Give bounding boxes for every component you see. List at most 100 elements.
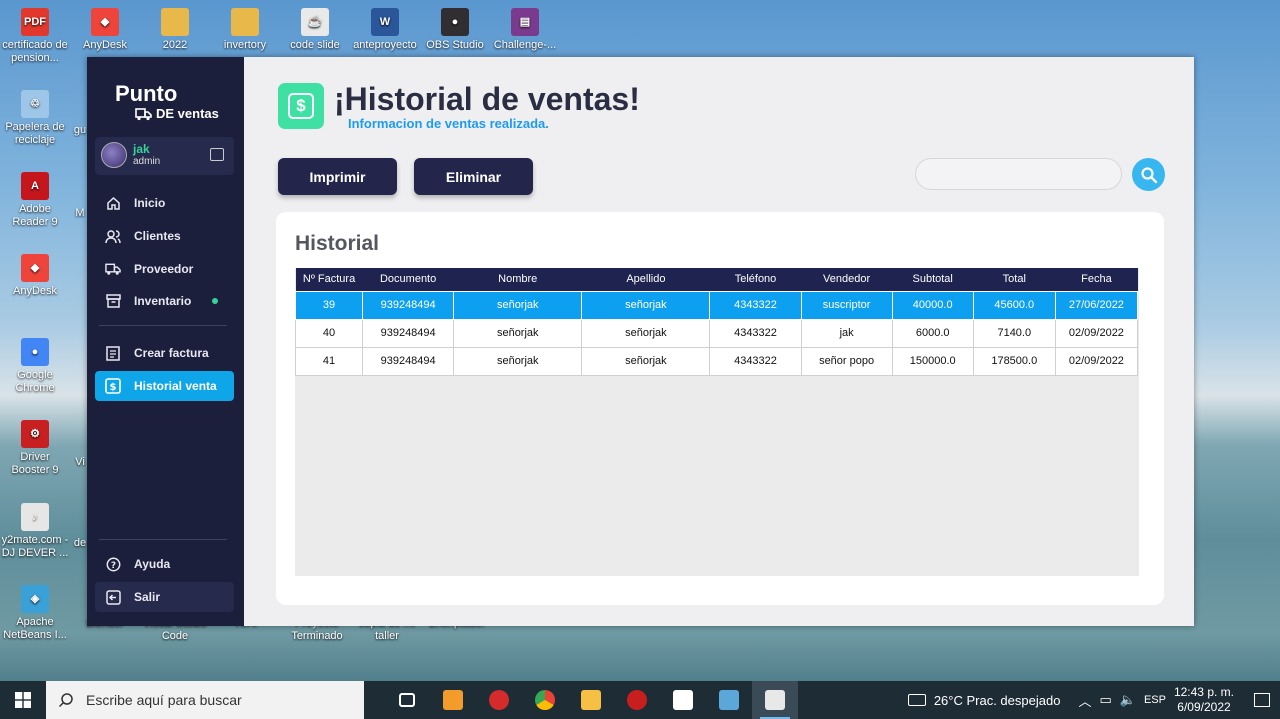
table-cell[interactable]: señorjak (453, 290, 583, 320)
taskbar-netbeans[interactable] (706, 681, 752, 719)
task-view-button[interactable] (384, 681, 430, 719)
desktop-icon[interactable]: ◈ Apache NetBeans I... (0, 585, 70, 642)
table-cell[interactable]: 27/06/2022 (1054, 290, 1139, 320)
sidebar-item-salir[interactable]: Salir (95, 582, 234, 612)
table-cell[interactable]: 40000.0 (891, 290, 974, 320)
taskbar-media-player[interactable] (430, 681, 476, 719)
table-cell[interactable]: 4343322 (709, 290, 802, 320)
column-header[interactable]: Fecha (1055, 268, 1138, 291)
desktop-icon[interactable]: 2022 (140, 8, 210, 52)
clock[interactable]: 12:43 p. m. 6/09/2022 (1174, 685, 1234, 715)
desktop-icon[interactable]: ◆ AnyDesk (0, 254, 70, 298)
taskbar-driver-booster[interactable] (614, 681, 660, 719)
desktop-icon[interactable]: ● OBS Studio (420, 8, 490, 52)
delete-button[interactable]: Eliminar (414, 158, 533, 195)
desktop-icon[interactable]: ☕ code slide (280, 8, 350, 52)
desktop-icon-label-partial[interactable]: M (72, 207, 88, 220)
table-cell[interactable]: 40 (294, 318, 364, 348)
table-cell[interactable]: suscriptor (800, 290, 893, 320)
table-cell[interactable]: 39 (294, 290, 364, 320)
desktop-icon[interactable]: Wanteproyecto (350, 8, 420, 52)
table-cell[interactable]: señorjak (453, 318, 583, 348)
desktop-icon-label-partial[interactable]: de (72, 537, 88, 550)
desktop-icon[interactable]: ◆ AnyDesk (70, 8, 140, 52)
desktop-icon[interactable]: ⚙ Driver Booster 9 (0, 420, 70, 477)
desktop-icon[interactable]: ▤ Challenge-... (490, 8, 560, 52)
column-header[interactable]: Apellido (581, 268, 710, 291)
table-cell[interactable]: señor popo (800, 346, 893, 376)
desktop-icon-label: y2mate.com - DJ DEVER ... (1, 534, 69, 559)
column-header[interactable]: Subtotal (892, 268, 974, 291)
language-indicator[interactable]: ESP (1144, 694, 1166, 706)
user-role: admin (133, 156, 161, 167)
table-row[interactable]: 41 939248494 señorjak señorjak 4343322 señor … (294, 346, 1139, 376)
table-row[interactable]: 39 939248494 señorjak señorjak 4343322 suscri… (294, 290, 1139, 320)
table-cell[interactable]: 02/09/2022 (1054, 318, 1139, 348)
chevron-up-icon[interactable]: ︿ (1078, 691, 1091, 710)
start-button[interactable] (0, 681, 46, 719)
column-header[interactable]: Documento (362, 268, 454, 291)
desktop-icon-label-partial[interactable]: gu (72, 124, 88, 137)
sidebar-item-inicio[interactable]: Inicio (95, 189, 234, 217)
desktop-icon-label: AnyDesk (82, 39, 128, 51)
network-icon[interactable]: ▭ (1099, 692, 1111, 708)
volume-icon[interactable]: 🔈 (1120, 692, 1136, 708)
table-cell[interactable]: 150000.0 (891, 346, 974, 376)
table-cell[interactable]: 4343322 (709, 318, 802, 348)
table-cell[interactable]: 4343322 (709, 346, 802, 376)
table-cell[interactable]: 7140.0 (972, 318, 1056, 348)
column-header[interactable]: Vendedor (801, 268, 893, 291)
brand-subtitle-text: DE ventas (156, 106, 219, 121)
table-cell[interactable]: señorjak (581, 318, 711, 348)
desktop-app-icon: ● (21, 338, 49, 366)
table-row[interactable]: 40 939248494 señorjak señorjak 4343322 jak 600… (294, 318, 1139, 348)
notification-icon[interactable] (1254, 693, 1270, 707)
table-cell[interactable]: 939248494 (362, 290, 455, 320)
table-cell[interactable]: 02/09/2022 (1054, 346, 1139, 376)
table-cell[interactable]: señorjak (581, 346, 711, 376)
table-cell[interactable]: 6000.0 (891, 318, 974, 348)
taskbar-apps (384, 681, 798, 719)
taskbar-chrome[interactable] (522, 681, 568, 719)
desktop-icon[interactable]: ● Google Chrome (0, 338, 70, 395)
sidebar-item-historial-venta[interactable]: $ Historial venta (95, 371, 234, 401)
taskbar-java[interactable] (752, 681, 798, 719)
taskbar-app-red[interactable] (476, 681, 522, 719)
taskbar-twitch[interactable] (660, 681, 706, 719)
table-cell[interactable]: jak (800, 318, 893, 348)
desktop-icon[interactable]: A Adobe Reader 9 (0, 172, 70, 229)
taskbar-search[interactable]: Escribe aquí para buscar (46, 681, 364, 719)
weather-text[interactable]: 26°C Prac. despejado (934, 693, 1061, 708)
status-dot (212, 298, 218, 304)
search-input[interactable] (915, 158, 1122, 190)
table-cell[interactable]: 939248494 (362, 318, 455, 348)
column-header[interactable]: Nº Factura (295, 268, 363, 291)
table-cell[interactable]: 939248494 (362, 346, 455, 376)
desktop-icon[interactable]: ♪ y2mate.com - DJ DEVER ... (0, 503, 70, 560)
desktop-icon[interactable]: invertory (210, 8, 280, 52)
user-switch-icon[interactable] (210, 148, 224, 161)
column-header[interactable]: Teléfono (709, 268, 802, 291)
desktop-icon-label-partial[interactable]: Vi (72, 456, 88, 469)
desktop-icon[interactable]: ♲ Papelera de reciclaje (0, 90, 70, 147)
sidebar-item-proveedor[interactable]: Proveedor (95, 255, 234, 283)
table-cell[interactable]: señorjak (453, 346, 583, 376)
table-cell[interactable]: 45600.0 (972, 290, 1056, 320)
table-cell[interactable]: 41 (294, 346, 364, 376)
weather-icon (907, 694, 926, 706)
sidebar-item-inventario[interactable]: Inventario (95, 287, 234, 315)
print-button[interactable]: Imprimir (278, 158, 397, 195)
user-profile[interactable]: jak admin (95, 137, 234, 175)
column-header[interactable]: Nombre (453, 268, 582, 291)
table-cell[interactable]: señorjak (581, 290, 711, 320)
sidebar-item-ayuda[interactable]: ? Ayuda (95, 550, 234, 578)
twitch-icon (673, 690, 693, 710)
desktop-app-icon: ☕ (301, 8, 329, 36)
search-button[interactable] (1132, 158, 1165, 191)
column-header[interactable]: Total (973, 268, 1056, 291)
sidebar-item-crear-factura[interactable]: Crear factura (95, 339, 234, 367)
sidebar-item-clientes[interactable]: Clientes (95, 222, 234, 250)
desktop-icon[interactable]: PDF certificado de pension... (0, 8, 70, 65)
table-cell[interactable]: 178500.0 (972, 346, 1056, 376)
taskbar-file-explorer[interactable] (568, 681, 614, 719)
